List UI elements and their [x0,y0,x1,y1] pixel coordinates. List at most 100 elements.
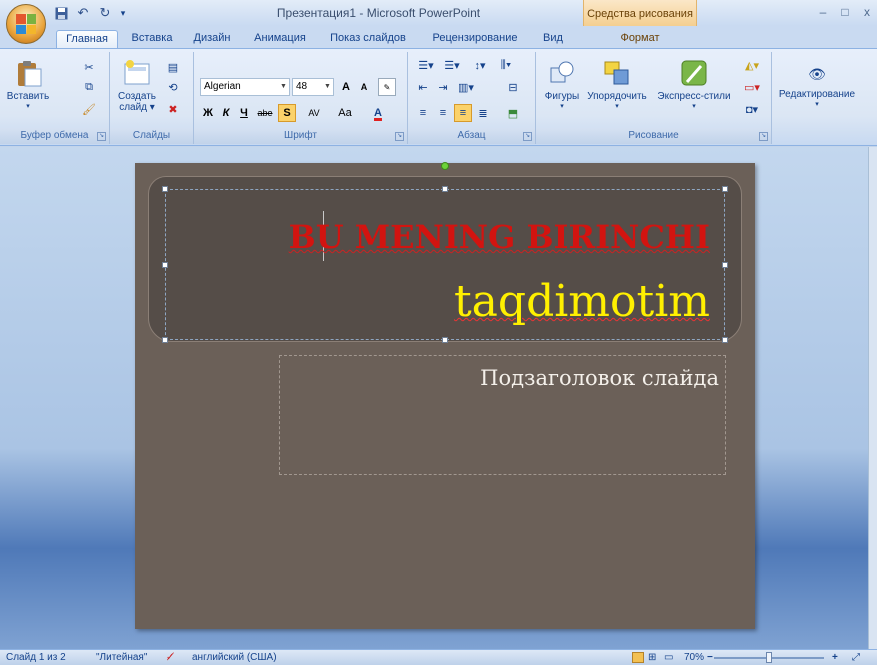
text-direction-icon[interactable]: ⫼▾ [494,56,518,74]
grow-font-button[interactable]: A [338,78,354,96]
group-paragraph: ☰▾ ☰▾ ↕▾ ⫼▾ ⇤ ⇥ ▥▾ ⊟ ≡ ≡ ≡ ≣ ⬒ Абзац ↘ [408,52,536,144]
chevron-down-icon: ▼ [324,83,331,90]
slide-title-line1[interactable]: BU MENING BIRINCHI [170,218,710,256]
shadow-button[interactable]: S [278,104,296,122]
shrink-font-button[interactable]: A [356,78,372,96]
align-text-icon[interactable]: ⊟ [504,78,522,96]
quick-styles-button[interactable]: Экспресс-стили ▾ [652,58,736,110]
layout-icon[interactable]: ▤ [164,58,182,76]
tab-slideshow[interactable]: Показ слайдов [322,30,414,48]
arrange-button[interactable]: Упорядочить ▾ [584,58,650,110]
zoom-level[interactable]: 70% [684,652,704,663]
close-button[interactable]: x [857,2,877,22]
resize-handle[interactable] [162,337,168,343]
underline-button[interactable]: Ч [236,104,252,122]
quick-styles-icon [681,60,707,86]
arrange-icon [604,61,629,85]
group-label-font: Шрифт [194,128,407,144]
minimize-button[interactable]: – [813,2,833,22]
window-title: Презентация1 - Microsoft PowerPoint [276,6,481,20]
shapes-icon [550,61,574,83]
subtitle-text[interactable]: Подзаголовок слайда [283,366,719,390]
columns-icon[interactable]: ▥▾ [454,78,478,96]
clipboard-launcher-icon[interactable]: ↘ [97,132,106,141]
resize-handle[interactable] [442,337,448,343]
smartart-icon[interactable]: ⬒ [504,104,522,122]
window-controls: – □ x [813,2,877,22]
zoom-slider-thumb[interactable] [766,652,772,663]
theme-name[interactable]: "Литейная" [96,652,147,663]
fit-to-window-icon[interactable]: ⤢ [852,652,860,663]
paste-button[interactable]: Вставить ▾ [4,58,52,110]
tab-animation[interactable]: Анимация [244,30,316,48]
format-painter-icon[interactable]: 🖌 [80,100,98,118]
paste-icon [18,61,42,87]
increase-indent-icon[interactable]: ⇥ [434,78,452,96]
numbering-icon[interactable]: ☰▾ [440,56,464,74]
align-right-icon[interactable]: ≡ [454,104,472,122]
maximize-button[interactable]: □ [835,2,855,22]
title-bar: ↶ ↻ ▾ Презентация1 - Microsoft PowerPoin… [0,0,877,26]
tab-home[interactable]: Главная [56,30,118,48]
vertical-scrollbar[interactable] [868,147,877,649]
shape-outline-icon[interactable]: ▭▾ [740,78,764,96]
tab-design[interactable]: Дизайн [186,30,238,48]
new-slide-button[interactable]: Создать слайд ▾ [114,58,160,113]
bullets-icon[interactable]: ☰▾ [414,56,438,74]
language-indicator[interactable]: английский (США) [192,652,277,663]
zoom-in-button[interactable]: + [832,652,838,663]
shape-fill-icon[interactable]: ◭▾ [740,56,764,74]
group-font: Algerian ▼ 48 ▼ A A ✎ Ж К Ч abe S AV Aa A … [194,52,408,144]
resize-handle[interactable] [722,186,728,192]
ribbon-tabs: Главная Вставка Дизайн Анимация Показ сл… [0,26,877,48]
group-slides: Создать слайд ▾ ▤ ⟲ ✖ Слайды [110,52,194,144]
normal-view-icon[interactable] [632,652,644,663]
align-left-icon[interactable]: ≡ [414,104,432,122]
font-name-combo[interactable]: Algerian ▼ [200,78,290,96]
decrease-indent-icon[interactable]: ⇤ [414,78,432,96]
slide-title-line2[interactable]: taqdimotim [170,276,710,327]
resize-handle[interactable] [442,186,448,192]
shapes-button[interactable]: Фигуры ▾ [542,58,582,110]
resize-handle[interactable] [722,337,728,343]
spellcheck-icon[interactable]: ✓̸ [166,652,174,663]
tab-view[interactable]: Вид [534,30,572,48]
drawing-launcher-icon[interactable]: ↘ [759,132,768,141]
zoom-out-button[interactable]: − [707,652,713,663]
tab-format[interactable]: Формат [590,30,690,48]
cut-icon[interactable]: ✂ [80,58,98,76]
office-button[interactable] [6,4,46,44]
office-logo-icon [16,14,36,34]
font-launcher-icon[interactable]: ↘ [395,132,404,141]
resize-handle[interactable] [162,186,168,192]
resize-handle[interactable] [722,262,728,268]
group-label-paragraph: Абзац [408,128,535,144]
char-spacing-button[interactable]: AV [300,104,328,122]
copy-icon[interactable]: ⧉ [80,78,98,96]
slide-sorter-icon[interactable]: ⊞ [648,652,656,663]
justify-icon[interactable]: ≣ [474,104,492,122]
editing-button[interactable]: 👁 Редактирование ▾ [774,66,860,108]
strikethrough-button[interactable]: abe [254,104,276,122]
tab-review[interactable]: Рецензирование [420,30,530,48]
resize-handle[interactable] [162,262,168,268]
slide-counter: Слайд 1 из 2 [6,652,66,663]
line-spacing-icon[interactable]: ↕▾ [468,56,492,74]
italic-button[interactable]: К [218,104,234,122]
reset-slide-icon[interactable]: ⟲ [164,78,182,96]
paragraph-launcher-icon[interactable]: ↘ [523,132,532,141]
tab-insert[interactable]: Вставка [124,30,180,48]
font-size-combo[interactable]: 48 ▼ [292,78,334,96]
clear-format-icon[interactable]: ✎ [378,78,396,96]
change-case-button[interactable]: Aa [332,104,358,122]
bold-button[interactable]: Ж [200,104,216,122]
group-drawing: Фигуры ▾ Упорядочить ▾ Экспресс-стили ▾ … [536,52,772,144]
delete-slide-icon[interactable]: ✖ [164,100,182,118]
shape-effects-icon[interactable]: ◘▾ [740,100,764,118]
new-slide-icon [124,60,150,85]
rotation-handle[interactable] [441,162,449,170]
align-center-icon[interactable]: ≡ [434,104,452,122]
slideshow-view-icon[interactable]: ▭ [664,652,673,663]
font-color-button[interactable]: A [364,104,392,122]
group-clipboard: Вставить ▾ ✂ ⧉ 🖌 Буфер обмена ↘ [0,52,110,144]
